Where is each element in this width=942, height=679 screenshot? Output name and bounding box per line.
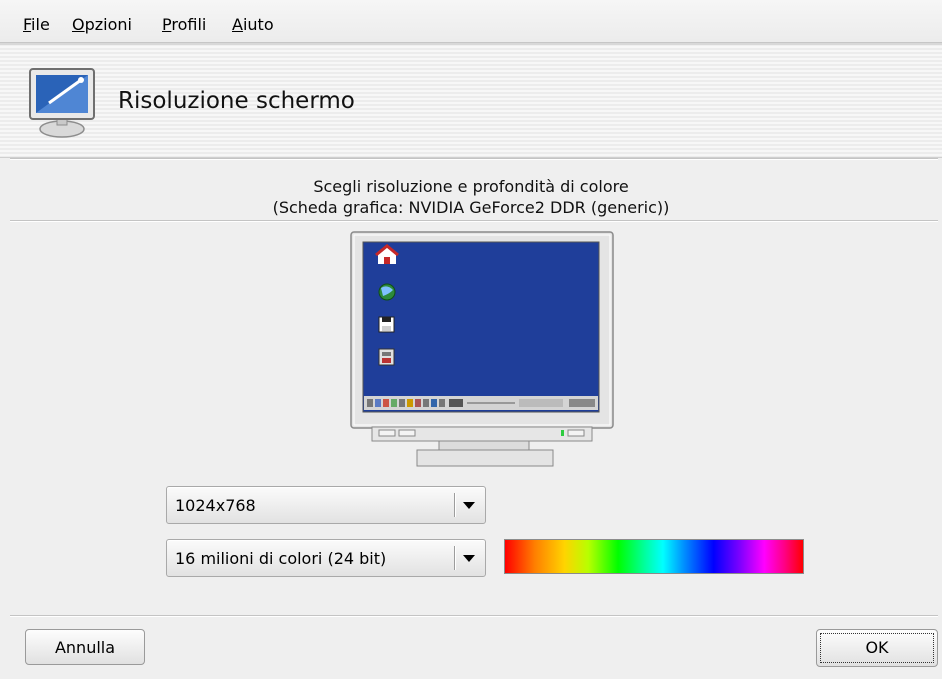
chevron-down-icon[interactable] bbox=[463, 555, 475, 562]
menu-profili[interactable]: Profili bbox=[162, 15, 206, 34]
subtitle-line-1: Scegli risoluzione e profondità di color… bbox=[313, 177, 629, 196]
floppy-icon bbox=[378, 316, 395, 333]
menu-file[interactable]: File bbox=[23, 15, 50, 34]
color-depth-value: 16 milioni di colori (24 bit) bbox=[175, 549, 387, 568]
subtitle-line-2: (Scheda grafica: NVIDIA GeForce2 DDR (ge… bbox=[272, 198, 670, 217]
globe-icon bbox=[378, 283, 396, 301]
resolution-select[interactable]: 1024x768 bbox=[166, 486, 486, 524]
resolution-value: 1024x768 bbox=[175, 496, 256, 515]
page-title: Risoluzione schermo bbox=[118, 88, 355, 114]
floppy-drive-icon bbox=[378, 348, 395, 366]
header-banner: Risoluzione schermo bbox=[0, 46, 942, 158]
chevron-down-icon[interactable] bbox=[463, 502, 475, 509]
menu-aiuto[interactable]: Aiuto bbox=[232, 15, 274, 34]
subtitle-separator bbox=[10, 220, 938, 222]
dialog-subtitle: Scegli risoluzione e profondità di color… bbox=[0, 176, 942, 218]
header-separator bbox=[10, 158, 938, 160]
menu-separator bbox=[0, 43, 942, 45]
combo-divider bbox=[454, 546, 456, 570]
footer-separator bbox=[10, 615, 938, 617]
ok-button-label: OK bbox=[820, 633, 934, 663]
cancel-button[interactable]: Annulla bbox=[25, 629, 145, 665]
monitor-settings-icon bbox=[29, 68, 95, 138]
menu-opzioni[interactable]: Opzioni bbox=[72, 15, 132, 34]
color-spectrum-preview bbox=[504, 539, 804, 574]
menu-bar: File Opzioni Profili Aiuto bbox=[0, 0, 942, 43]
color-depth-select[interactable]: 16 milioni di colori (24 bit) bbox=[166, 539, 486, 577]
ok-button[interactable]: OK bbox=[816, 629, 938, 667]
combo-divider bbox=[454, 493, 456, 517]
monitor-preview bbox=[350, 231, 614, 467]
